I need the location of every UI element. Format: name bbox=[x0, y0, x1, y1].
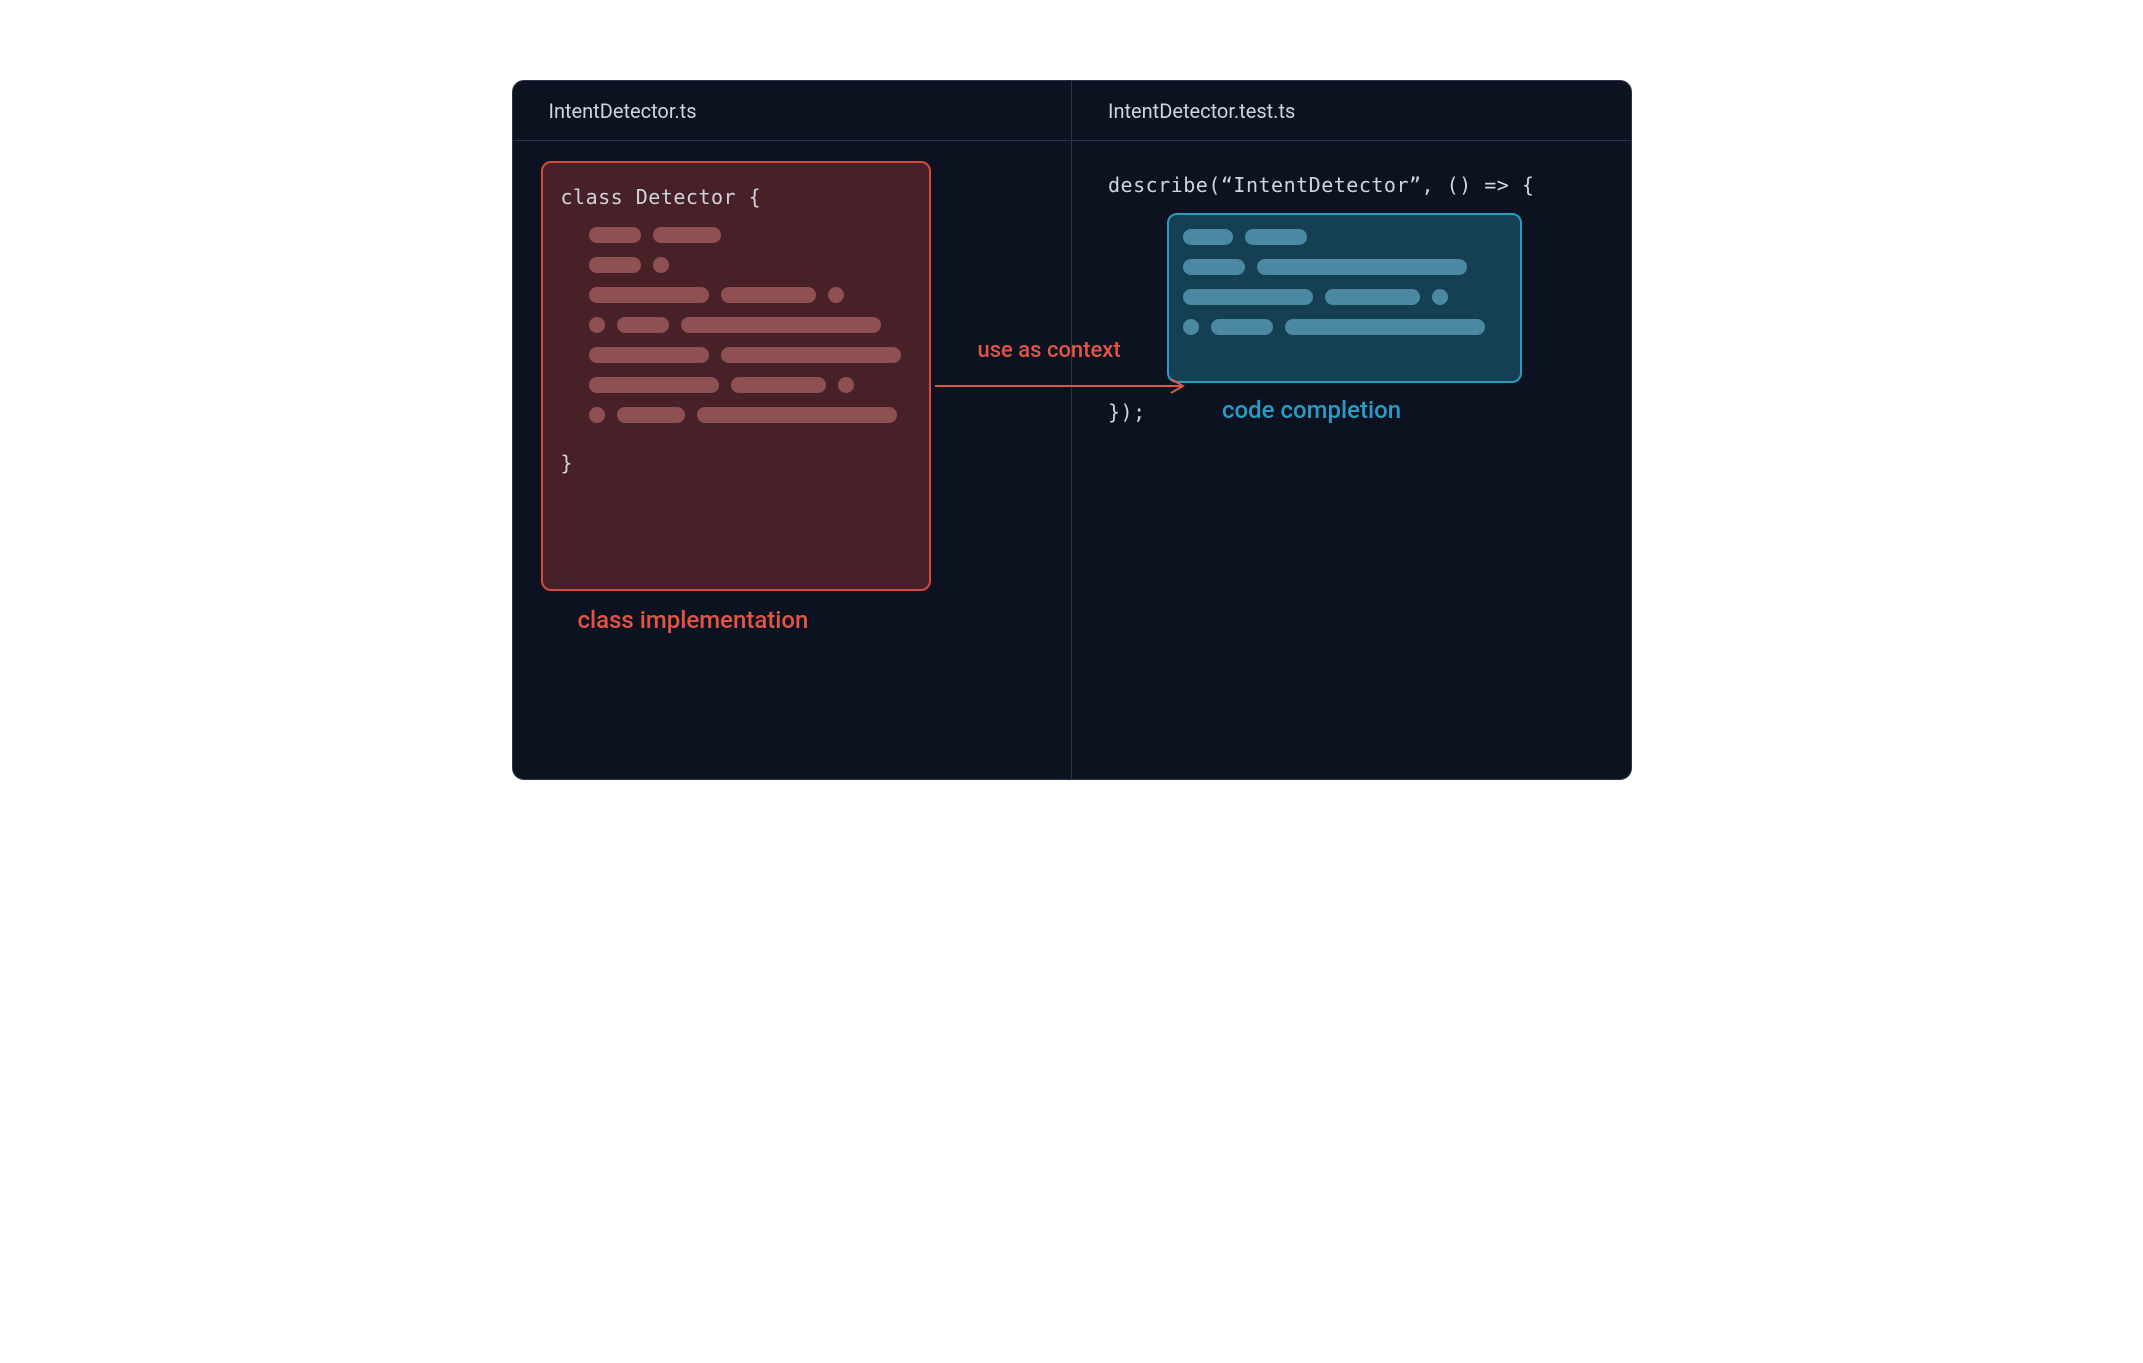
placeholder-pill bbox=[1183, 229, 1233, 245]
placeholder-row bbox=[1183, 259, 1506, 275]
right-pane-content: describe(“IntentDetector”, () => { bbox=[1072, 141, 1631, 779]
placeholder-row bbox=[561, 257, 911, 273]
arrow-icon bbox=[933, 376, 1193, 396]
left-pane: IntentDetector.ts class Detector { bbox=[513, 81, 1073, 779]
placeholder-row bbox=[561, 377, 911, 393]
code-completion-caption: code completion bbox=[1222, 396, 1401, 424]
placeholder-row bbox=[561, 227, 911, 243]
tab-label-right[interactable]: IntentDetector.test.ts bbox=[1108, 99, 1295, 123]
placeholder-row bbox=[561, 317, 911, 333]
placeholder-row bbox=[1183, 229, 1506, 245]
placeholder-pill bbox=[1183, 319, 1199, 335]
placeholder-row bbox=[1183, 289, 1506, 305]
placeholder-pill bbox=[828, 287, 844, 303]
placeholder-pill bbox=[1432, 289, 1448, 305]
placeholder-pill bbox=[681, 317, 881, 333]
placeholder-row bbox=[561, 407, 911, 423]
class-implementation-highlight: class Detector { bbox=[541, 161, 931, 591]
placeholder-pill bbox=[1285, 319, 1485, 335]
placeholder-pill bbox=[1257, 259, 1467, 275]
code-describe-open: describe(“IntentDetector”, () => { bbox=[1108, 169, 1595, 201]
code-completion-highlight bbox=[1167, 213, 1522, 383]
placeholder-pill bbox=[589, 257, 641, 273]
placeholder-row bbox=[561, 347, 911, 363]
placeholder-pill bbox=[721, 347, 901, 363]
placeholder-row bbox=[561, 287, 911, 303]
placeholder-pill bbox=[838, 377, 854, 393]
right-pane: IntentDetector.test.ts describe(“IntentD… bbox=[1072, 81, 1631, 779]
placeholder-pill bbox=[1325, 289, 1420, 305]
placeholder-pill bbox=[653, 227, 721, 243]
left-pane-content: class Detector { bbox=[513, 141, 1072, 779]
placeholder-row bbox=[1183, 319, 1506, 335]
placeholder-pill bbox=[589, 287, 709, 303]
placeholder-pill bbox=[589, 347, 709, 363]
placeholder-pill bbox=[1183, 259, 1245, 275]
placeholder-pill bbox=[721, 287, 816, 303]
tab-label-left[interactable]: IntentDetector.ts bbox=[549, 99, 697, 123]
placeholder-pill bbox=[617, 407, 685, 423]
placeholder-pill bbox=[1211, 319, 1273, 335]
class-implementation-caption: class implementation bbox=[578, 606, 809, 634]
placeholder-pill bbox=[589, 407, 605, 423]
arrow-label: use as context bbox=[978, 338, 1121, 363]
placeholder-pill bbox=[617, 317, 669, 333]
code-class-open: class Detector { bbox=[561, 181, 911, 213]
tab-bar-left: IntentDetector.ts bbox=[513, 81, 1072, 141]
placeholder-pill bbox=[653, 257, 669, 273]
placeholder-pill bbox=[589, 317, 605, 333]
code-class-close: } bbox=[561, 447, 911, 479]
placeholder-pill bbox=[731, 377, 826, 393]
placeholder-pill bbox=[589, 227, 641, 243]
placeholder-pill bbox=[1245, 229, 1307, 245]
context-arrow: use as context bbox=[933, 356, 1193, 426]
tab-bar-right: IntentDetector.test.ts bbox=[1072, 81, 1631, 141]
placeholder-pill bbox=[1183, 289, 1313, 305]
placeholder-pill bbox=[697, 407, 897, 423]
placeholder-pill bbox=[589, 377, 719, 393]
editor-window: IntentDetector.ts class Detector { bbox=[512, 80, 1632, 780]
